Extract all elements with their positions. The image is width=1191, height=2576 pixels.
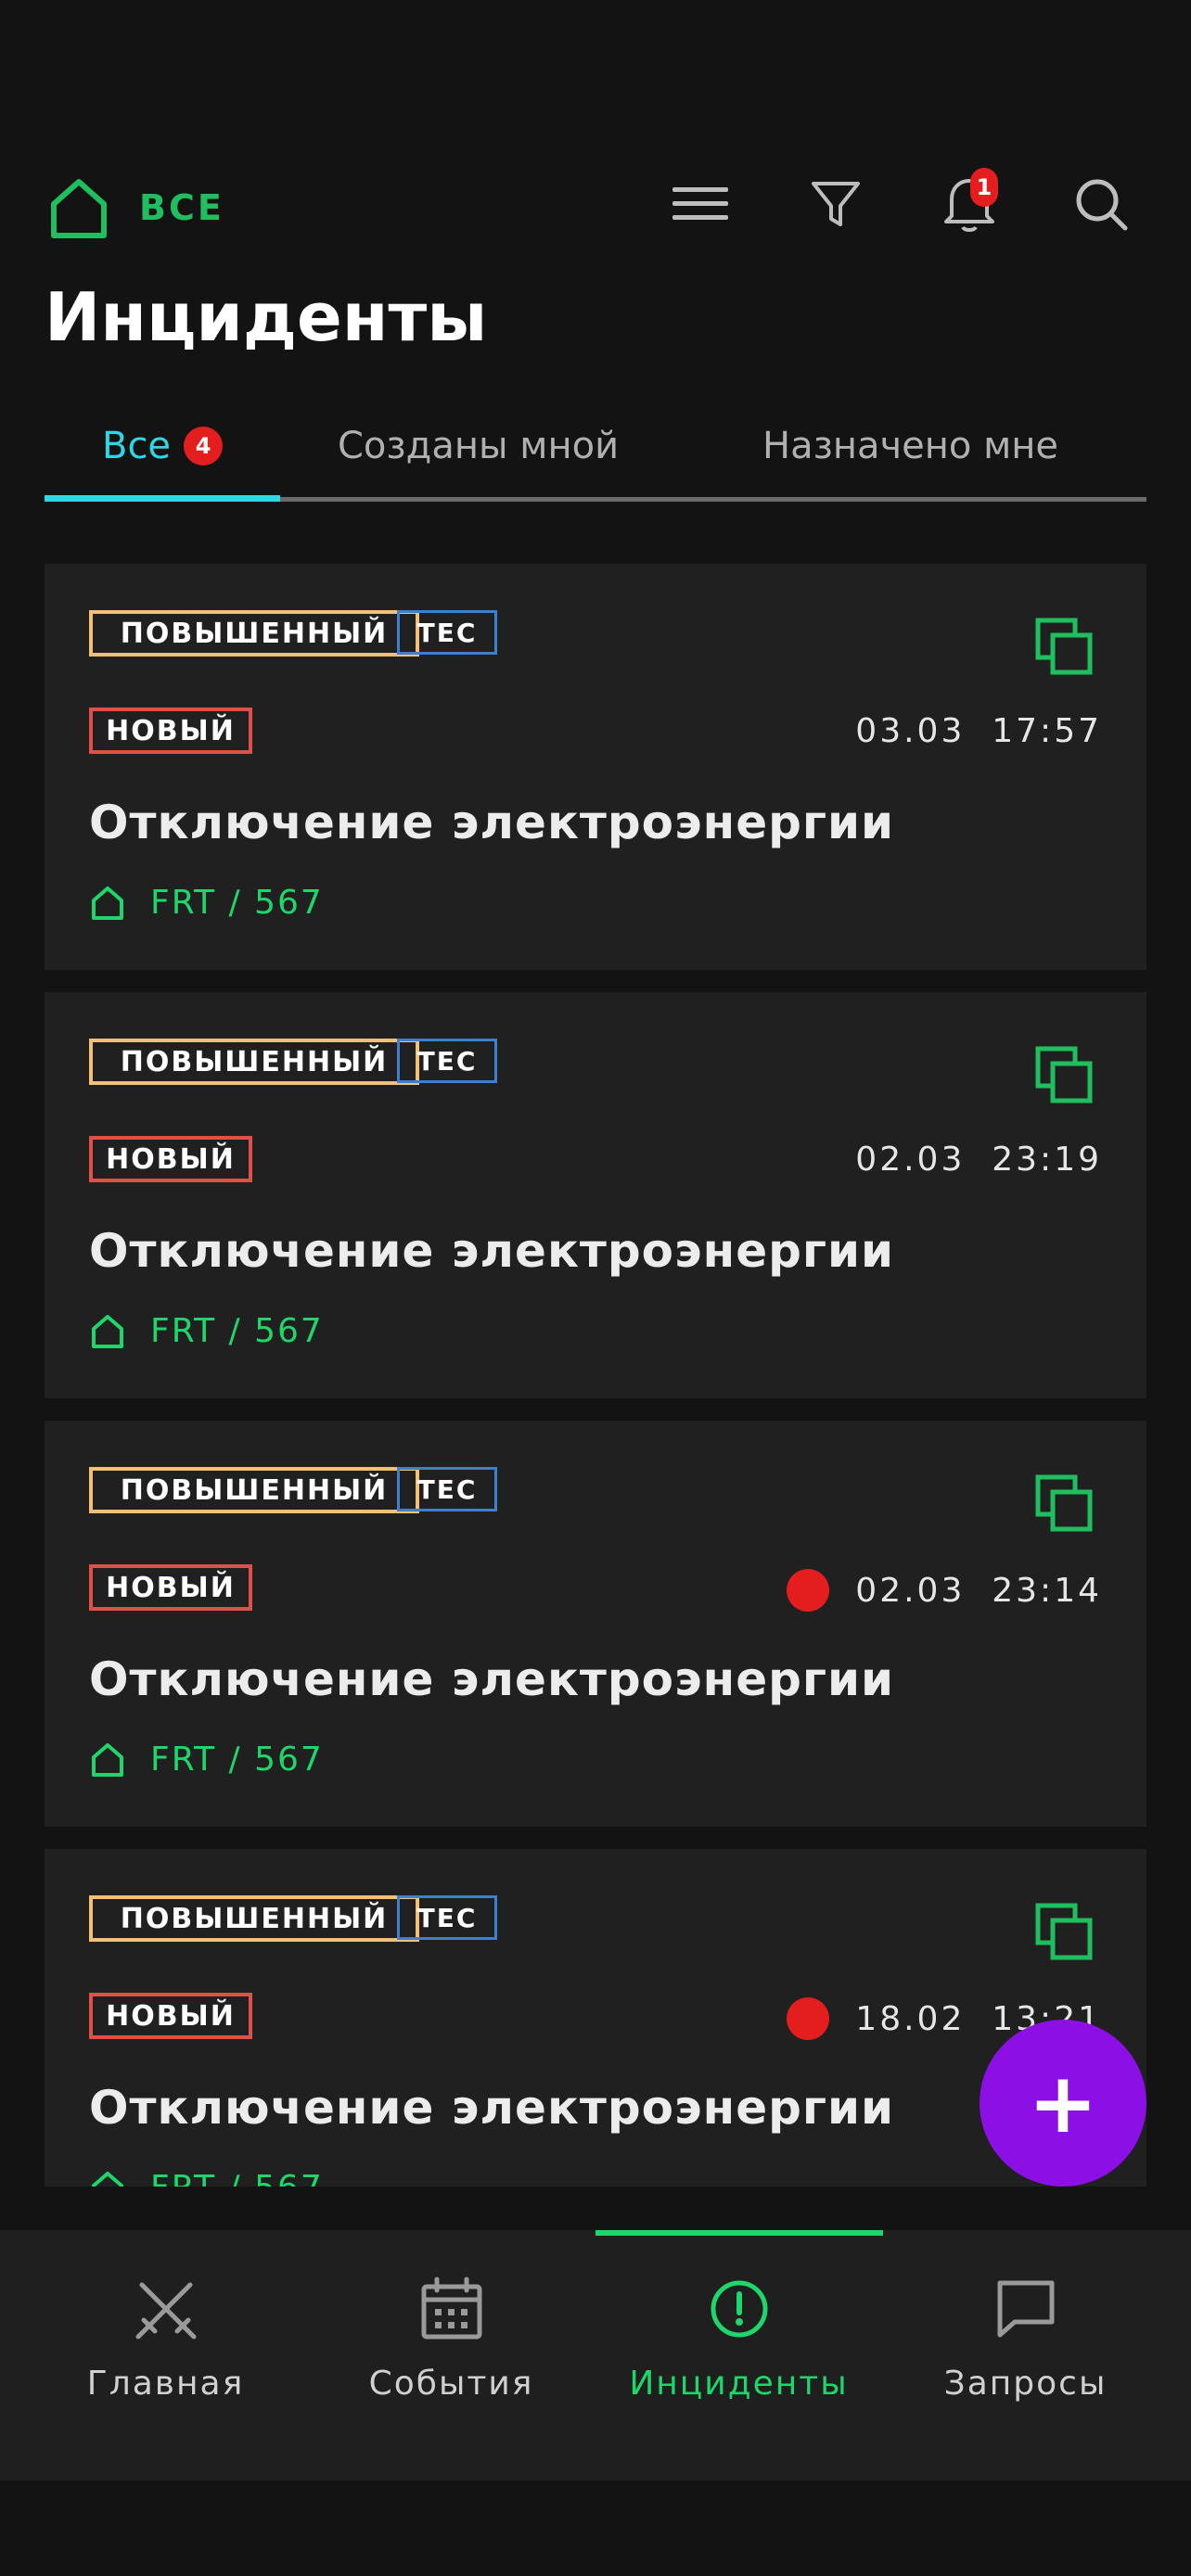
chat-bubble-icon bbox=[997, 2280, 1054, 2338]
home-icon bbox=[92, 886, 123, 920]
home-icon bbox=[92, 1742, 123, 1777]
notifications-icon[interactable]: 1 bbox=[937, 168, 1002, 236]
incident-card[interactable]: ПОВЫШЕННЫЙ TEC НОВЫЙ 02.03 23:19 Отключе… bbox=[45, 992, 1146, 1398]
tab-all[interactable]: Все 4 bbox=[102, 425, 224, 467]
nav-item-events[interactable]: События bbox=[302, 2272, 600, 2457]
status-tag: НОВЫЙ bbox=[89, 1993, 252, 2039]
status-tag: НОВЫЙ bbox=[89, 1136, 252, 1182]
nav-item-home[interactable]: Главная bbox=[17, 2272, 314, 2457]
tab-all-badge: 4 bbox=[184, 427, 224, 465]
page-title: Инциденты bbox=[45, 278, 488, 356]
location-label: FRT / 567 bbox=[150, 884, 324, 922]
tab-created-by-me[interactable]: Созданы мной bbox=[338, 425, 619, 467]
search-icon[interactable] bbox=[1069, 172, 1133, 236]
nav-label-events: События bbox=[368, 2365, 534, 2403]
incident-location: FRT / 567 bbox=[89, 1741, 324, 1779]
alert-circle-icon bbox=[711, 2280, 767, 2338]
incident-date: 02.03 bbox=[855, 1571, 966, 1610]
tab-active-indicator bbox=[45, 495, 280, 502]
priority-tag: ПОВЫШЕННЫЙ bbox=[89, 1039, 419, 1085]
filter-icon[interactable] bbox=[803, 172, 868, 236]
copy-icon[interactable] bbox=[1032, 615, 1097, 680]
incident-location: FRT / 567 bbox=[89, 1312, 324, 1350]
nav-active-indicator bbox=[596, 2230, 883, 2236]
add-incident-button[interactable]: + bbox=[980, 2020, 1146, 2187]
incident-location: FRT / 567 bbox=[89, 884, 324, 922]
type-tag: TEC bbox=[397, 610, 497, 655]
incident-time: 23:19 bbox=[992, 1141, 1102, 1179]
unread-dot bbox=[787, 1997, 830, 2040]
incident-card[interactable]: ПОВЫШЕННЫЙ TEC НОВЫЙ 02.03 23:14 Отключе… bbox=[45, 1421, 1146, 1827]
incident-datetime: 02.03 23:14 bbox=[787, 1569, 1102, 1612]
home-icon bbox=[92, 2171, 123, 2187]
tab-assigned-to-me[interactable]: Назначено мне bbox=[762, 425, 1058, 467]
copy-icon[interactable] bbox=[1032, 1043, 1097, 1108]
incident-date: 02.03 bbox=[855, 1141, 966, 1179]
copy-icon[interactable] bbox=[1032, 1900, 1097, 1965]
type-tag: TEC bbox=[397, 1039, 497, 1083]
nav-label-home: Главная bbox=[86, 2365, 245, 2403]
incident-list[interactable]: ПОВЫШЕННЫЙ TEC НОВЫЙ 03.03 17:57 Отключе… bbox=[45, 564, 1146, 2187]
home-icon bbox=[92, 1314, 123, 1348]
status-tag: НОВЫЙ bbox=[89, 1564, 252, 1611]
incident-title: Отключение электроэнергии bbox=[89, 796, 895, 849]
type-tag: TEC bbox=[397, 1895, 497, 1940]
nav-label-incidents: Инциденты bbox=[629, 2365, 849, 2403]
incident-title: Отключение электроэнергии bbox=[89, 2081, 895, 2135]
location-label: FRT / 567 bbox=[150, 1312, 324, 1350]
calendar-icon bbox=[421, 2276, 481, 2340]
location-label: FRT / 567 bbox=[150, 2169, 324, 2187]
notifications-badge: 1 bbox=[970, 168, 998, 207]
tab-all-label: Все bbox=[102, 425, 172, 467]
priority-tag: ПОВЫШЕННЫЙ bbox=[89, 1895, 419, 1942]
scope-selector[interactable]: ВСЕ bbox=[139, 187, 224, 228]
unread-dot bbox=[787, 1569, 830, 1612]
type-tag: TEC bbox=[397, 1467, 497, 1511]
incident-datetime: 03.03 17:57 bbox=[855, 712, 1102, 750]
menu-icon[interactable] bbox=[668, 172, 733, 236]
incident-date: 03.03 bbox=[855, 712, 966, 750]
incident-datetime: 02.03 23:19 bbox=[855, 1141, 1102, 1179]
incident-title: Отключение электроэнергии bbox=[89, 1652, 895, 1706]
nav-item-incidents[interactable]: Инциденты bbox=[590, 2272, 888, 2457]
location-label: FRT / 567 bbox=[150, 1741, 324, 1779]
nav-label-requests: Запросы bbox=[943, 2365, 1108, 2403]
incident-date: 18.02 bbox=[855, 1999, 966, 2038]
nav-item-requests[interactable]: Запросы bbox=[877, 2272, 1174, 2457]
incident-location: FRT / 567 bbox=[89, 2169, 324, 2187]
priority-tag: ПОВЫШЕННЫЙ bbox=[89, 610, 419, 657]
incident-time: 23:14 bbox=[992, 1571, 1102, 1610]
incident-time: 17:57 bbox=[992, 712, 1102, 750]
incident-card[interactable]: ПОВЫШЕННЫЙ TEC НОВЫЙ 03.03 17:57 Отключе… bbox=[45, 564, 1146, 970]
incident-card[interactable]: ПОВЫШЕННЫЙ TEC НОВЫЙ 18.02 13:21 Отключе… bbox=[45, 1849, 1146, 2187]
copy-icon[interactable] bbox=[1032, 1472, 1097, 1537]
home-icon[interactable] bbox=[46, 176, 111, 241]
priority-tag: ПОВЫШЕННЫЙ bbox=[89, 1467, 419, 1513]
incident-title: Отключение электроэнергии bbox=[89, 1224, 895, 1278]
crossed-swords-icon bbox=[135, 2282, 196, 2340]
status-tag: НОВЫЙ bbox=[89, 708, 252, 754]
